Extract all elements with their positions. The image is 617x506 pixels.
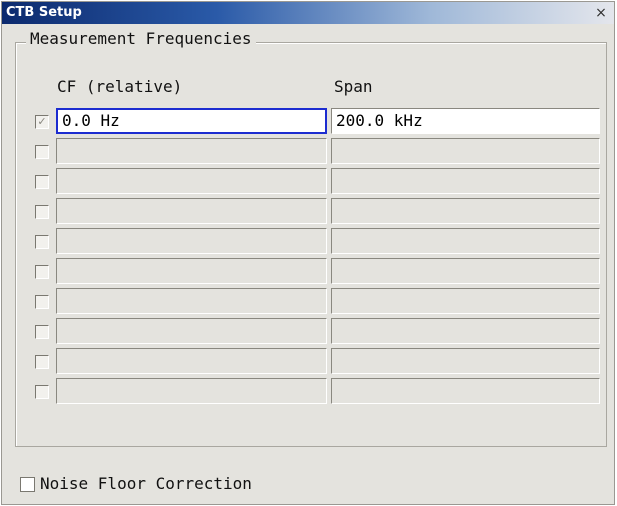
noise-floor-checkbox[interactable] xyxy=(20,477,35,492)
span-field[interactable] xyxy=(331,138,600,164)
cf-relative-field[interactable] xyxy=(56,168,327,194)
row-enable-checkbox[interactable] xyxy=(35,145,49,159)
cf-relative-field[interactable] xyxy=(56,138,327,164)
row-enable-checkbox[interactable] xyxy=(35,355,49,369)
span-field[interactable] xyxy=(331,168,600,194)
noise-floor-label: Noise Floor Correction xyxy=(40,474,252,493)
window-title: CTB Setup xyxy=(6,5,82,20)
span-field[interactable] xyxy=(331,258,600,284)
span-field[interactable] xyxy=(331,348,600,374)
frequency-row xyxy=(0,196,617,226)
row-enable-checkbox[interactable] xyxy=(35,385,49,399)
row-enable-checkbox[interactable] xyxy=(35,265,49,279)
cf-relative-field[interactable]: 0.0 Hz xyxy=(56,108,327,134)
cf-relative-field[interactable] xyxy=(56,288,327,314)
group-title: Measurement Frequencies xyxy=(26,29,256,48)
cf-relative-field[interactable] xyxy=(56,198,327,224)
row-enable-checkbox[interactable] xyxy=(35,325,49,339)
frequency-row xyxy=(0,136,617,166)
span-field[interactable] xyxy=(331,378,600,404)
frequency-row xyxy=(0,316,617,346)
cf-relative-field[interactable] xyxy=(56,378,327,404)
frequency-row xyxy=(0,226,617,256)
title-bar: CTB Setup × xyxy=(2,2,614,24)
frequency-row xyxy=(0,346,617,376)
row-enable-checkbox[interactable] xyxy=(35,295,49,309)
close-icon[interactable]: × xyxy=(594,2,608,24)
span-field[interactable] xyxy=(331,318,600,344)
span-field[interactable]: 200.0 kHz xyxy=(331,108,600,134)
span-field[interactable] xyxy=(331,228,600,254)
frequency-row xyxy=(0,376,617,406)
frequency-row xyxy=(0,166,617,196)
row-enable-checkbox[interactable]: ✓ xyxy=(35,115,49,129)
frequency-row: ✓ 0.0 Hz 200.0 kHz xyxy=(0,106,617,136)
frequency-row xyxy=(0,256,617,286)
cf-relative-field[interactable] xyxy=(56,318,327,344)
row-enable-checkbox[interactable] xyxy=(35,175,49,189)
row-enable-checkbox[interactable] xyxy=(35,235,49,249)
cf-relative-field[interactable] xyxy=(56,258,327,284)
frequency-row xyxy=(0,286,617,316)
span-field[interactable] xyxy=(331,198,600,224)
row-enable-checkbox[interactable] xyxy=(35,205,49,219)
cf-relative-field[interactable] xyxy=(56,228,327,254)
column-header-span: Span xyxy=(334,77,373,96)
cf-relative-field[interactable] xyxy=(56,348,327,374)
span-field[interactable] xyxy=(331,288,600,314)
column-header-cf: CF (relative) xyxy=(57,77,183,96)
